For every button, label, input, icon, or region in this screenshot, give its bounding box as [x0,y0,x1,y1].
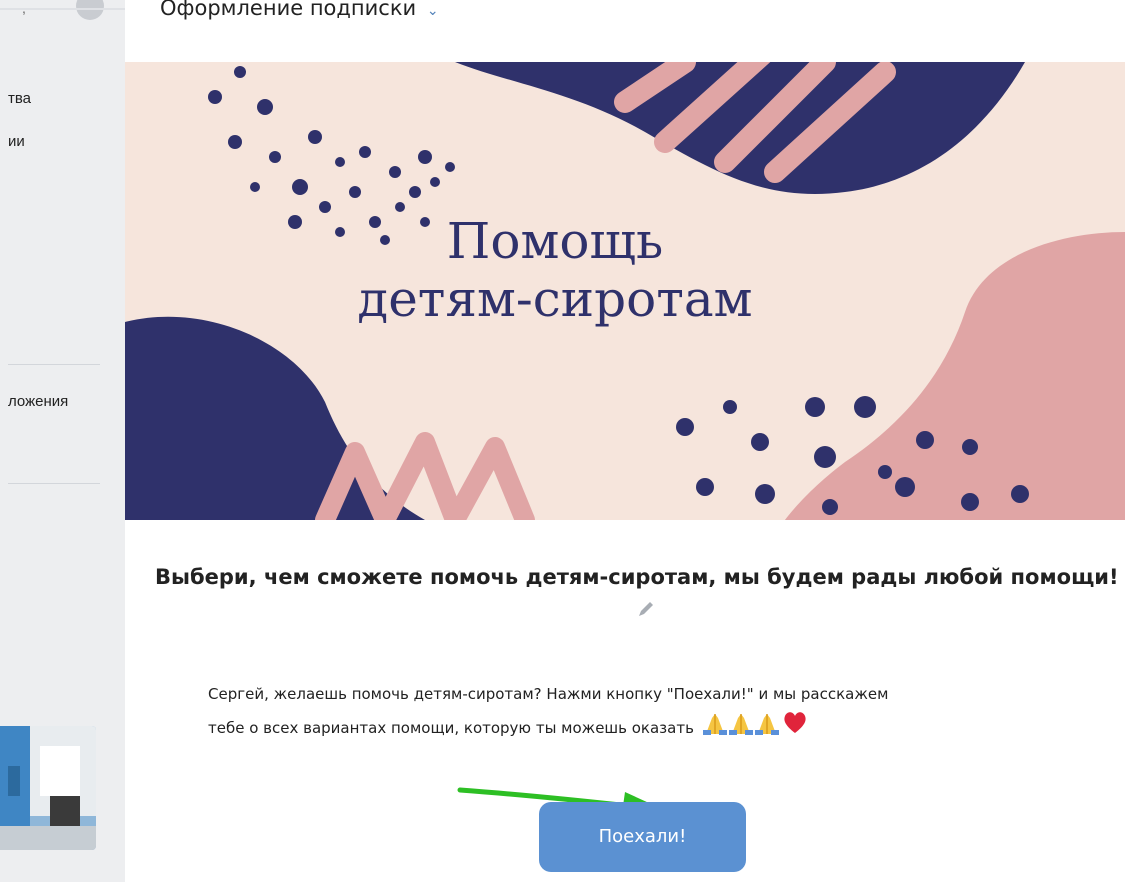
sidebar-item-partial-2[interactable]: ии [8,133,25,150]
sidebar-divider [8,364,100,365]
sidebar-item-partial-1[interactable]: тва [8,90,31,107]
page-title-text: Оформление подписки [160,0,417,20]
message-line-2: тебе о всех вариантах помощи, которую ты… [208,710,1108,747]
folded-hands-icon [728,714,753,735]
message-text: Сергей, желаешь помочь детям-сиротам? На… [208,678,1108,747]
folded-hands-icon [754,714,779,735]
pencil-edit-icon[interactable] [635,598,657,620]
campaign-banner-image: Помощь детям-сиротам [125,62,1125,520]
banner-title-line-2: детям-сиротам [357,270,753,328]
sidebar-divider [8,483,100,484]
main-content: Оформление подписки ⌄ Помощь детям-сирот… [125,0,1125,882]
message-line-2-text: тебе о всех вариантах помощи, которую ты… [208,719,694,737]
left-sidebar: , тва ии ложения [0,0,125,882]
chevron-down-icon[interactable]: ⌄ [427,3,439,19]
sidebar-item-partial-3[interactable]: ложения [8,393,68,410]
title-bar: Оформление подписки ⌄ [125,0,1125,62]
emoji-row [702,710,815,747]
sidebar-thumbnail-image[interactable] [0,726,96,850]
sidebar-avatar-icon[interactable] [76,0,104,20]
go-button[interactable]: Поехали! [539,802,746,872]
banner-title-line-1: Помощь [446,212,664,270]
headline-text: Выбери, чем сможете помочь детям-сиротам… [155,565,1119,589]
banner-title: Помощь детям-сиротам [325,212,785,328]
message-line-1: Сергей, желаешь помочь детям-сиротам? На… [208,685,889,703]
folded-hands-icon [702,714,727,735]
page-title[interactable]: Оформление подписки ⌄ [160,0,439,20]
red-heart-icon [784,712,806,733]
